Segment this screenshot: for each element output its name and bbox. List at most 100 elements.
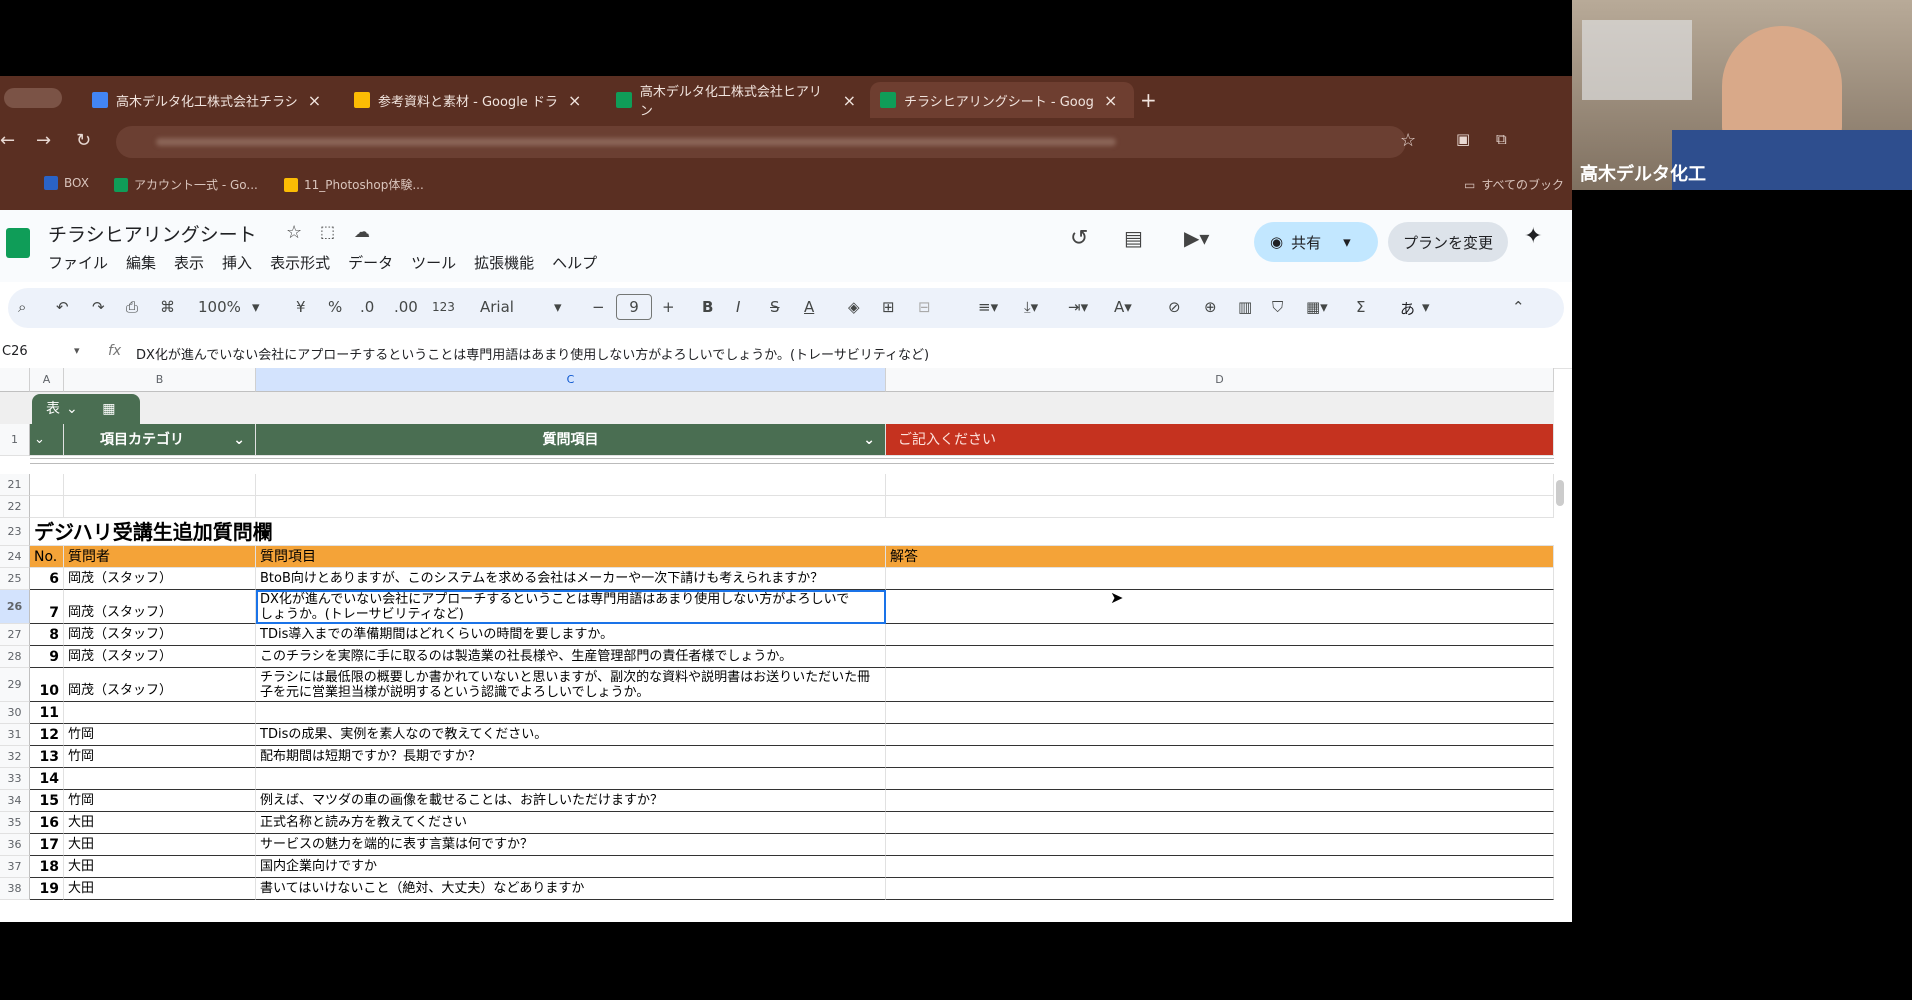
filter-views-icon[interactable]: ▦▾ <box>1306 298 1328 316</box>
row-header[interactable]: 38 <box>0 878 30 900</box>
cell-asker[interactable]: 大田 <box>64 878 256 900</box>
cell-asker[interactable] <box>64 702 256 724</box>
chevron-down-icon[interactable]: ⌄ <box>863 424 875 455</box>
insert-comment-icon[interactable]: ⊕ <box>1204 298 1217 316</box>
redo-icon[interactable]: ↷ <box>92 298 105 316</box>
search-icon[interactable]: ⌕ <box>18 298 26 316</box>
extension-icon[interactable]: ▣ <box>1456 130 1470 148</box>
share-button[interactable]: ◉ 共有 ▾ <box>1254 222 1378 262</box>
change-plan-button[interactable]: プランを変更 <box>1388 222 1508 262</box>
col-question-header[interactable]: 質問項目 <box>256 546 886 568</box>
cell-answer[interactable] <box>886 702 1554 724</box>
row-header[interactable]: 36 <box>0 834 30 856</box>
cell-answer[interactable] <box>886 668 1554 702</box>
cell-answer[interactable] <box>886 834 1554 856</box>
cell-question[interactable]: 国内企業向けですか <box>256 856 886 878</box>
move-folder-icon[interactable]: ⬚ <box>320 222 335 241</box>
star-icon[interactable]: ☆ <box>1400 130 1416 151</box>
col-no-header[interactable]: No. <box>30 546 64 568</box>
cell-question[interactable] <box>256 496 886 518</box>
select-all-corner[interactable] <box>0 368 30 392</box>
col-header-c[interactable]: C <box>256 368 886 392</box>
decrease-decimal[interactable]: .0 <box>360 298 374 316</box>
row-header[interactable]: 31 <box>0 724 30 746</box>
row-header[interactable]: 27 <box>0 624 30 646</box>
menu-tools[interactable]: ツール <box>411 252 456 273</box>
chart-icon[interactable]: ▥ <box>1238 298 1252 316</box>
cell-no[interactable]: 12 <box>30 724 64 746</box>
cell-answer[interactable] <box>886 856 1554 878</box>
wrap-icon[interactable]: ⇥▾ <box>1068 298 1088 316</box>
font-select[interactable]: Arial <box>480 298 514 316</box>
cell-question[interactable]: 書いてはいけないこと（絶対、大丈夫）などありますか <box>256 878 886 900</box>
cell-no[interactable]: 17 <box>30 834 64 856</box>
font-size-increase[interactable]: + <box>662 298 675 316</box>
row-header[interactable]: 33 <box>0 768 30 790</box>
bookmark-photoshop[interactable]: 11_Photoshop体験... <box>284 176 424 193</box>
row-header[interactable]: 29 <box>0 668 30 702</box>
menu-format[interactable]: 表示形式 <box>270 252 330 273</box>
close-icon[interactable]: × <box>568 91 581 110</box>
cell-asker[interactable]: 岡茂（スタッフ） <box>64 646 256 668</box>
header-toggle[interactable]: ⌄ <box>30 424 64 456</box>
doc-title[interactable]: チラシヒアリングシート <box>48 220 257 247</box>
cell-asker[interactable]: 岡茂（スタッフ） <box>64 668 256 702</box>
row-header[interactable]: 22 <box>0 496 30 518</box>
cell-question[interactable]: 配布期間は短期ですか？長期ですか？ <box>256 746 886 768</box>
bold-icon[interactable]: B <box>702 298 713 316</box>
collapse-toolbar-icon[interactable]: ⌃ <box>1512 298 1525 316</box>
address-bar[interactable] <box>116 126 1406 158</box>
cell-no[interactable] <box>30 496 64 518</box>
cell-question[interactable] <box>256 474 886 496</box>
row-header[interactable]: 32 <box>0 746 30 768</box>
tab-group-pill[interactable] <box>4 88 62 108</box>
cell-no[interactable]: 18 <box>30 856 64 878</box>
cell-question[interactable]: 例えば、マツダの車の画像を載せることは、お許しいただけますか？ <box>256 790 886 812</box>
chevron-down-icon[interactable]: ⌄ <box>66 401 78 417</box>
col-header-b[interactable]: B <box>64 368 256 392</box>
chevron-down-icon[interactable]: ▾ <box>1422 298 1430 316</box>
cell-answer[interactable] <box>886 474 1554 496</box>
menu-data[interactable]: データ <box>348 252 393 273</box>
freeze-divider[interactable] <box>30 458 1554 464</box>
cell-no[interactable]: 9 <box>30 646 64 668</box>
valign-icon[interactable]: ⤓▾ <box>1024 298 1038 316</box>
increase-decimal[interactable]: .00 <box>394 298 418 316</box>
back-icon[interactable]: ← <box>0 130 15 151</box>
cell-answer[interactable] <box>886 746 1554 768</box>
menu-file[interactable]: ファイル <box>48 252 108 273</box>
cell-asker[interactable]: 大田 <box>64 856 256 878</box>
close-icon[interactable]: × <box>843 91 856 110</box>
zoom-select[interactable]: 100% <box>198 298 241 316</box>
chevron-down-icon[interactable]: ⌄ <box>233 424 245 455</box>
ime-icon[interactable]: あ <box>1400 298 1415 319</box>
cell-question[interactable]: チラシには最低限の概要しか書かれていないと思いますが、副次的な資料や説明書はお送… <box>256 668 886 702</box>
col-header-a[interactable]: A <box>30 368 64 392</box>
close-icon[interactable]: × <box>308 91 321 110</box>
cell-question[interactable]: 正式名称と読み方を教えてください <box>256 812 886 834</box>
cell-no[interactable]: 11 <box>30 702 64 724</box>
row-header[interactable]: 35 <box>0 812 30 834</box>
browser-tab-1[interactable]: 高木デルタ化工株式会社チラシ × <box>92 82 332 118</box>
bookmark-box[interactable]: BOX <box>44 176 89 190</box>
row-header[interactable]: 26 <box>0 590 30 624</box>
chevron-down-icon[interactable]: ▾ <box>74 344 80 357</box>
header-answer[interactable]: ご記入ください <box>886 424 1554 456</box>
cell-answer[interactable] <box>886 646 1554 668</box>
cell-answer[interactable] <box>886 496 1554 518</box>
currency-format[interactable]: ¥ <box>296 298 306 316</box>
cell-answer[interactable] <box>886 878 1554 900</box>
cell-asker[interactable]: 岡茂（スタッフ） <box>64 568 256 590</box>
cell-no[interactable]: 7 <box>30 590 64 624</box>
print-icon[interactable]: ⎙ <box>126 298 138 316</box>
cell-answer[interactable] <box>886 724 1554 746</box>
cell-question[interactable] <box>256 702 886 724</box>
col-header-d[interactable]: D <box>886 368 1554 392</box>
cell-asker[interactable]: 竹岡 <box>64 746 256 768</box>
sheets-logo-icon[interactable] <box>6 228 30 258</box>
meet-icon[interactable]: ▶▾ <box>1184 226 1209 250</box>
browser-tab-2[interactable]: 参考資料と素材 - Google ドラ × <box>354 82 594 118</box>
cell-asker[interactable]: 竹岡 <box>64 790 256 812</box>
align-icon[interactable]: ≡▾ <box>978 298 998 316</box>
percent-format[interactable]: % <box>328 298 342 316</box>
